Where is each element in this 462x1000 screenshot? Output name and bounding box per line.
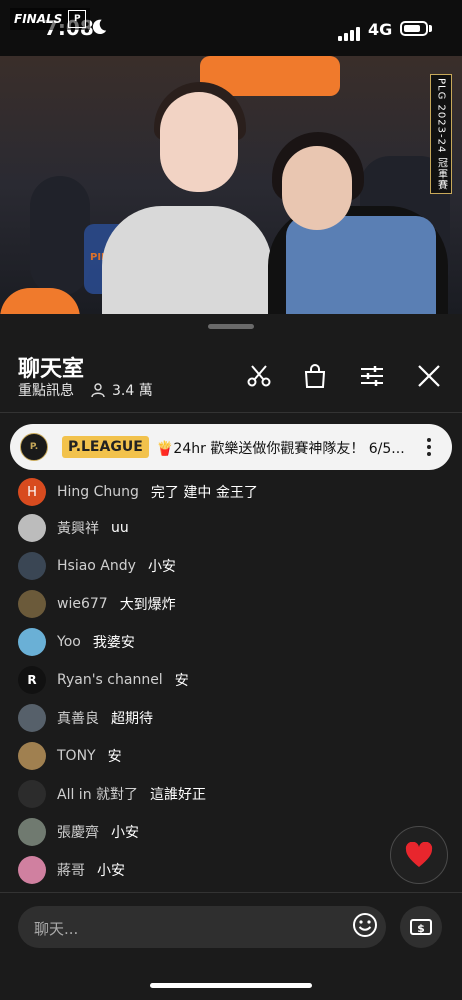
chat-message[interactable]: wie677 大到爆炸 (18, 590, 438, 618)
people-icon (91, 383, 105, 398)
message-text: 小安 (147, 559, 176, 575)
pinned-message[interactable]: P. P.LEAGUE 🍟24hr 歡樂送做你觀賽神隊友！ 6/5... (10, 424, 452, 470)
chat-message[interactable]: Yoo 我婆安 (18, 628, 438, 656)
message-text: 我婆安 (92, 635, 135, 651)
message-author: 真善良 (57, 711, 99, 727)
cellular-signal-icon (338, 22, 362, 41)
avatar: R (18, 666, 46, 694)
avatar: H (18, 478, 46, 506)
svg-text:$: $ (417, 922, 425, 935)
message-text: 安 (174, 673, 189, 689)
arena-seat (30, 176, 90, 296)
avatar (18, 856, 46, 884)
chat-message[interactable]: Hsiao Andy 小安 (18, 552, 438, 580)
reaction-button[interactable] (390, 826, 448, 884)
spectator-face (282, 146, 352, 230)
viewer-count-value: 3.4 萬 (112, 383, 153, 399)
broadcast-overlay: FINALS P (10, 8, 91, 30)
chat-message[interactable]: R Ryan's channel 安 (18, 666, 438, 694)
chat-message[interactable]: TONY 安 (18, 742, 438, 770)
spectator-face (160, 92, 238, 192)
chat-input-placeholder: 聊天... (34, 920, 79, 938)
avatar (18, 780, 46, 808)
home-indicator[interactable] (150, 983, 312, 988)
moon-icon (92, 19, 107, 35)
message-author: Hsiao Andy (57, 558, 136, 574)
message-author: wie677 (57, 596, 108, 612)
avatar (18, 742, 46, 770)
message-author: TONY (57, 748, 96, 764)
chat-message[interactable]: 蔣哥 小安 (18, 856, 438, 884)
message-text: 小安 (111, 825, 139, 841)
battery-tip (429, 25, 432, 32)
message-text: 超期待 (111, 711, 153, 727)
input-divider (0, 892, 462, 893)
avatar (18, 628, 46, 656)
pinned-text: 🍟24hr 歡樂送做你觀賽神隊友！ 6/5... (156, 441, 404, 457)
message-text: 這誰好正 (150, 787, 207, 803)
spectator-overalls (286, 216, 436, 314)
chat-title: 聊天室 (18, 357, 85, 382)
message-text: uu (111, 520, 129, 536)
viewer-count: 3.4 萬 (90, 380, 153, 400)
header-divider (0, 412, 462, 413)
chat-mode-selector[interactable]: 重點訊息 (18, 380, 74, 400)
league-badge: P (68, 10, 87, 28)
avatar (18, 514, 46, 542)
avatar (18, 818, 46, 846)
network-type: 4G (368, 20, 393, 39)
chat-message[interactable]: H Hing Chung 完了 建中 金王了 (18, 478, 438, 506)
avatar (18, 590, 46, 618)
message-author: 蔣哥 (57, 863, 85, 879)
chat-message[interactable]: 真善良 超期待 (18, 704, 438, 732)
avatar (18, 552, 46, 580)
spectator (102, 206, 272, 314)
message-text: 完了 建中 金王了 (150, 485, 258, 501)
video-player[interactable]: PILOTS (0, 56, 462, 314)
heart-icon (405, 842, 433, 867)
chat-panel (0, 314, 462, 1000)
close-icon[interactable] (415, 362, 443, 390)
message-author: 黃興祥 (57, 521, 99, 537)
message-author: 張慶齊 (57, 825, 99, 841)
super-chat-icon: $ (410, 919, 432, 935)
message-author: Hing Chung (57, 484, 139, 500)
finals-label: FINALS (14, 12, 63, 26)
super-chat-button[interactable]: $ (400, 906, 442, 948)
avatar: P. (20, 433, 48, 461)
message-author: Yoo (57, 634, 81, 650)
avatar (18, 704, 46, 732)
chat-message[interactable]: All in 就對了 這誰好正 (18, 780, 438, 808)
drag-handle[interactable] (208, 324, 254, 329)
more-vertical-icon[interactable] (422, 436, 436, 458)
chat-input[interactable]: 聊天... (18, 906, 386, 948)
message-author: All in 就對了 (57, 787, 139, 803)
message-text: 大到爆炸 (119, 597, 176, 613)
avatar-letter: R (27, 673, 37, 687)
chat-message[interactable]: 黃興祥 uu (18, 514, 438, 542)
plg-side-tag: PLG 2023-24 冠軍賽 (430, 74, 452, 194)
message-text: 小安 (97, 863, 125, 879)
chat-message[interactable]: 張慶齊 小安 (18, 818, 438, 846)
message-author: Ryan's channel (57, 672, 163, 688)
emoji-icon[interactable] (352, 912, 378, 938)
shopping-bag-icon[interactable] (301, 362, 329, 390)
sliders-icon[interactable] (358, 362, 386, 390)
battery-icon (400, 21, 428, 36)
avatar-letter: H (27, 484, 37, 500)
message-text: 安 (107, 749, 122, 765)
scissors-icon[interactable] (245, 362, 273, 390)
pinned-author: P.LEAGUE (62, 436, 149, 458)
